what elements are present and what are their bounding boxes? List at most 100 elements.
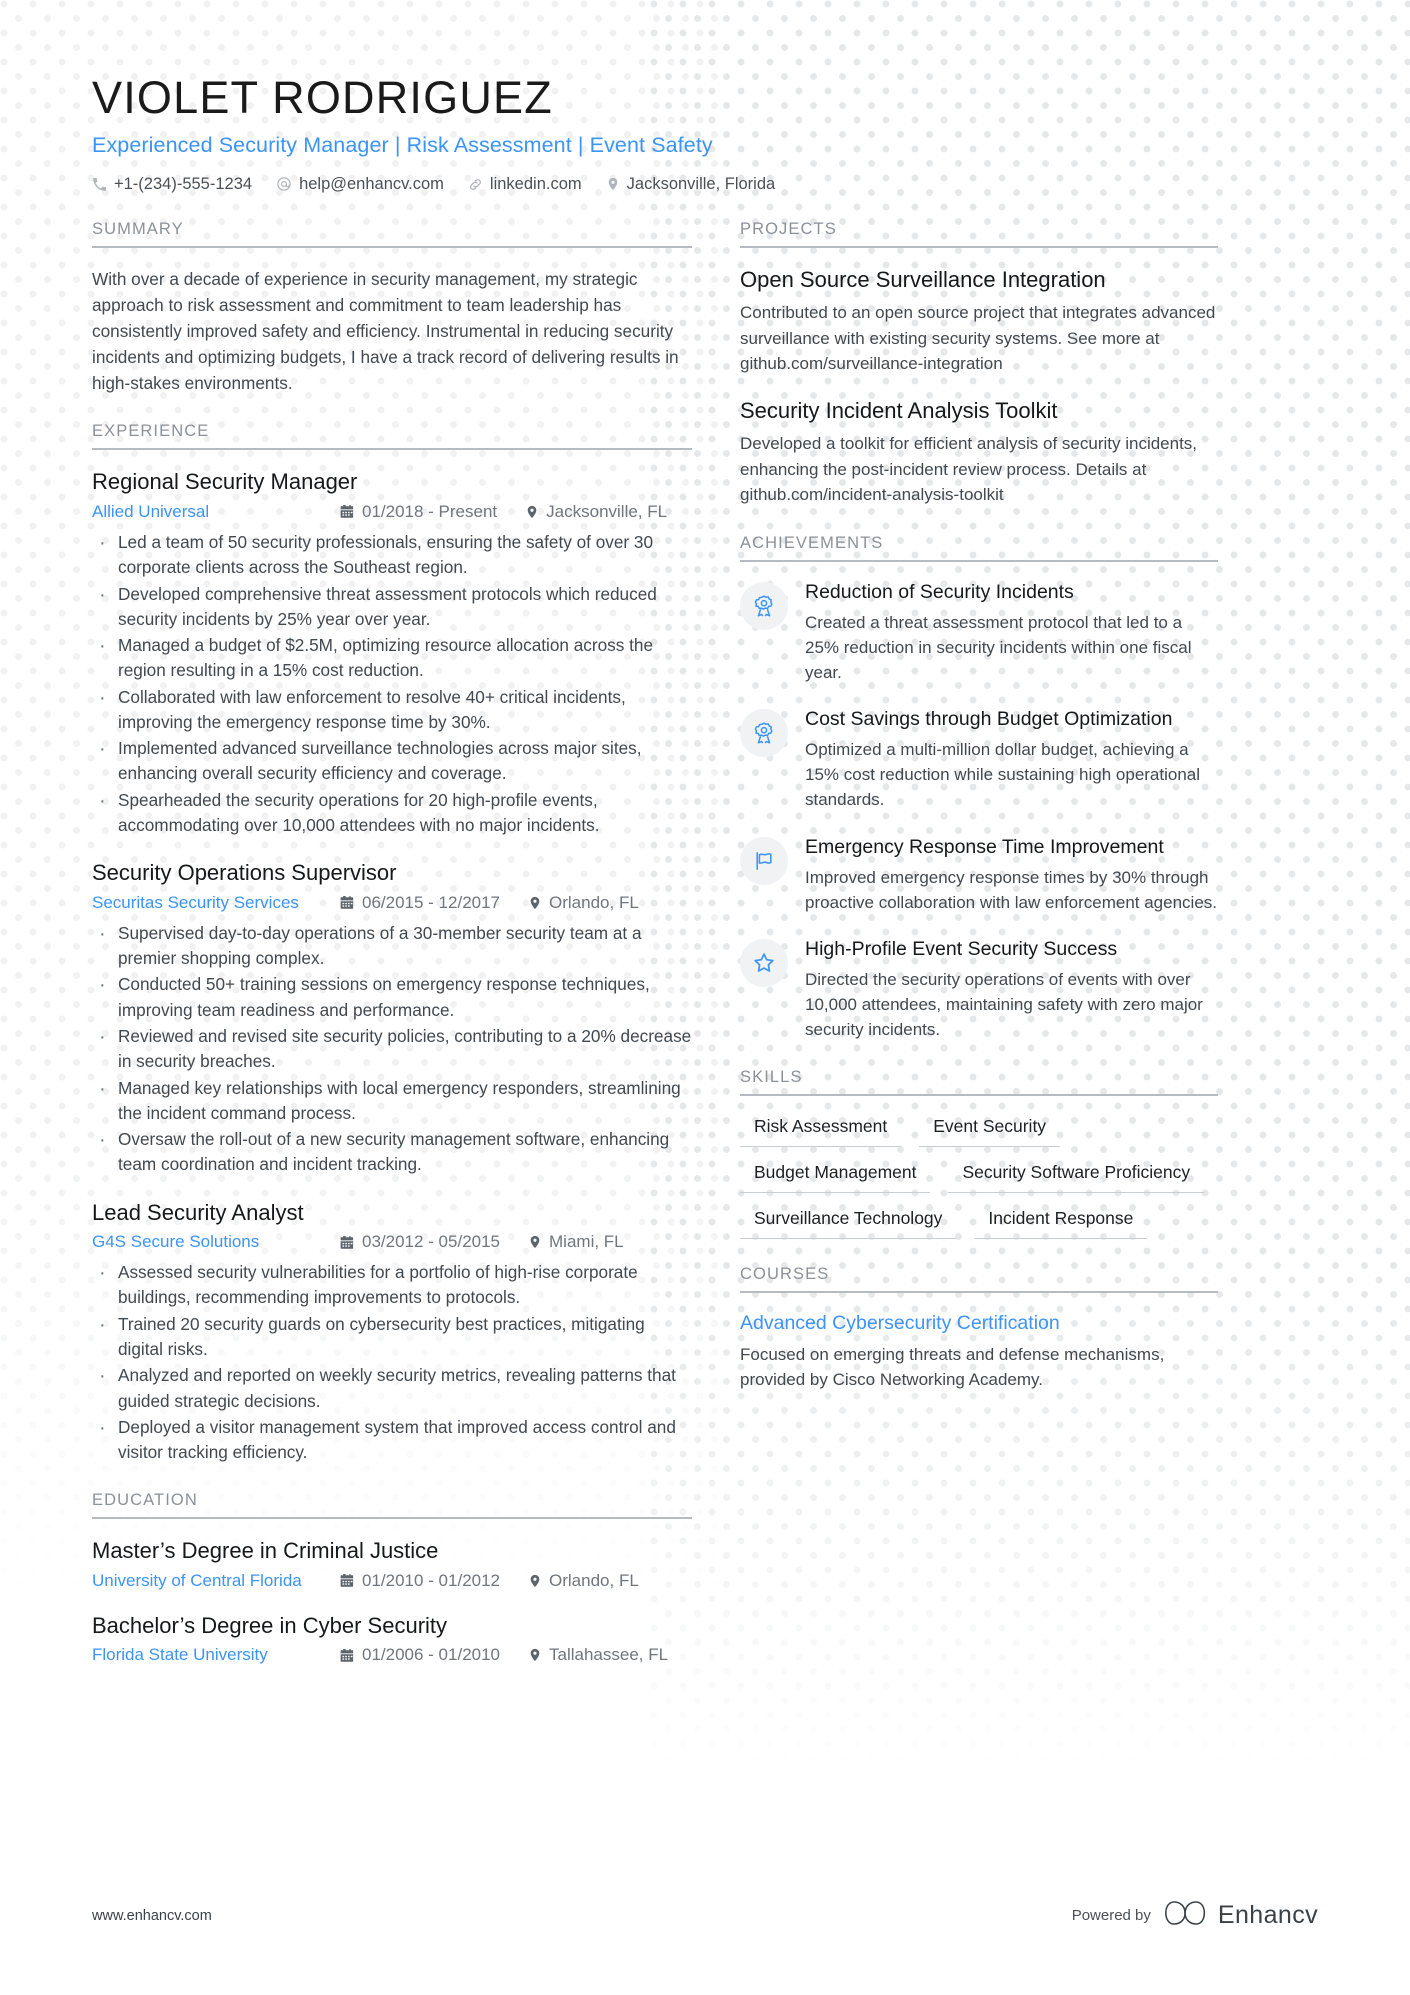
- phone-icon: [92, 177, 107, 192]
- candidate-headline: Experienced Security Manager | Risk Asse…: [92, 132, 713, 157]
- achievement-description: Improved emergency response times by 30%…: [805, 867, 1218, 912]
- education-degree: Master’s Degree in Criminal Justice: [92, 1538, 439, 1564]
- experience-meta: Allied Universal 01/2018 - Present Jacks…: [92, 502, 692, 522]
- project-entry: Security Incident Analysis Toolkit Devel…: [740, 397, 1218, 508]
- experience-bullet: Reviewed and revised site security polic…: [92, 1023, 692, 1075]
- education-school[interactable]: University of Central Florida: [92, 1571, 340, 1591]
- enhancv-brand: Enhancv: [1164, 1898, 1318, 1933]
- achievements-list: Reduction of Security Incidents Created …: [740, 580, 1218, 1043]
- course-name[interactable]: Advanced Cybersecurity Certification: [740, 1311, 1218, 1336]
- experience-bullet: Implemented advanced surveillance techno…: [92, 735, 692, 787]
- experience-role: Regional Security Manager: [92, 469, 358, 495]
- location-icon: [528, 1234, 542, 1250]
- courses-heading: COURSES: [740, 1265, 1218, 1294]
- experience-bullets: Assessed security vulnerabilities for a …: [92, 1259, 692, 1466]
- achievement-body: Reduction of Security Incidents Created …: [805, 580, 1218, 685]
- education-location: Tallahassee, FL: [528, 1645, 668, 1665]
- achievement-name: Emergency Response Time Improvement: [805, 835, 1164, 858]
- skill-tag[interactable]: Event Security: [919, 1114, 1061, 1148]
- achievement-body: High-Profile Event Security Success Dire…: [805, 937, 1218, 1042]
- calendar-icon: [340, 1648, 355, 1663]
- education-meta: Florida State University 01/2006 - 01/20…: [92, 1645, 692, 1665]
- experience-heading: EXPERIENCE: [92, 422, 692, 451]
- experience-company[interactable]: Securitas Security Services: [92, 893, 340, 913]
- section-courses: COURSES Advanced Cybersecurity Certifica…: [740, 1265, 1218, 1392]
- education-entry: Bachelor’s Degree in Cyber Security Flor…: [92, 1612, 692, 1666]
- experience-bullet: Oversaw the roll-out of a new security m…: [92, 1126, 692, 1178]
- experience-bullet: Supervised day-to-day operations of a 30…: [92, 920, 692, 972]
- experience-bullet: Assessed security vulnerabilities for a …: [92, 1259, 692, 1311]
- achievement-body: Emergency Response Time Improvement Impr…: [805, 835, 1218, 915]
- location-icon: [525, 504, 539, 520]
- experience-location: Miami, FL: [528, 1232, 624, 1252]
- skill-tag[interactable]: Security Software Proficiency: [948, 1160, 1205, 1194]
- experience-company[interactable]: Allied Universal: [92, 502, 340, 522]
- summary-heading: SUMMARY: [92, 220, 692, 248]
- enhancv-wordmark: Enhancv: [1217, 1901, 1318, 1929]
- contact-phone[interactable]: +1-(234)-555-1234: [92, 175, 252, 194]
- achievement-entry: Reduction of Security Incidents Created …: [740, 580, 1218, 685]
- projects-list: Open Source Surveillance Integration Con…: [740, 266, 1218, 508]
- experience-bullet: Managed a budget of $2.5M, optimizing re…: [92, 632, 692, 684]
- location-icon: [528, 1647, 542, 1663]
- experience-dates: 06/2015 - 12/2017: [340, 893, 500, 913]
- course-entry: Advanced Cybersecurity Certification Foc…: [740, 1311, 1218, 1392]
- section-summary: SUMMARY With over a decade of experience…: [92, 220, 692, 397]
- education-degree: Bachelor’s Degree in Cyber Security: [92, 1612, 448, 1638]
- skill-tag[interactable]: Surveillance Technology: [740, 1206, 957, 1240]
- education-dates: 01/2006 - 01/2010: [340, 1645, 500, 1665]
- contact-bar: +1-(234)-555-1234 help@enhancv.com linke…: [92, 175, 1318, 194]
- location-icon: [606, 176, 620, 192]
- experience-meta: G4S Secure Solutions 03/2012 - 05/2015 M…: [92, 1232, 692, 1252]
- flag-icon: [740, 836, 788, 885]
- location-icon: [528, 1573, 542, 1589]
- experience-entry: Lead Security Analyst G4S Secure Solutio…: [92, 1199, 692, 1466]
- course-description: Focused on emerging threats and defense …: [740, 1344, 1165, 1389]
- projects-heading: PROJECTS: [740, 220, 1218, 248]
- experience-dates: 01/2018 - Present: [340, 502, 497, 522]
- experience-bullet: Collaborated with law enforcement to res…: [92, 684, 692, 736]
- section-skills: SKILLS Risk Assessment Event Security Bu…: [740, 1068, 1218, 1240]
- link-icon: [468, 177, 483, 192]
- achievement-description: Directed the security operations of even…: [805, 969, 1203, 1040]
- enhancv-logo-icon: [1164, 1898, 1208, 1933]
- education-school[interactable]: Florida State University: [92, 1645, 340, 1665]
- summary-text: With over a decade of experience in secu…: [92, 268, 679, 394]
- section-experience: EXPERIENCE Regional Security Manager All…: [92, 422, 692, 1465]
- contact-linkedin[interactable]: linkedin.com: [468, 175, 582, 194]
- achievement-description: Optimized a multi-million dollar budget,…: [805, 740, 1201, 810]
- project-name: Open Source Surveillance Integration: [740, 266, 1106, 292]
- experience-bullets: Led a team of 50 security professionals,…: [92, 529, 692, 838]
- skill-tag[interactable]: Incident Response: [974, 1206, 1148, 1240]
- experience-meta: Securitas Security Services 06/2015 - 12…: [92, 893, 692, 913]
- project-description: Developed a toolkit for efficient analys…: [740, 434, 1198, 505]
- achievement-entry: Cost Savings through Budget Optimization…: [740, 707, 1218, 812]
- resume-header: VIOLET RODRIGUEZ Experienced Security Ma…: [92, 0, 1318, 194]
- contact-email[interactable]: help@enhancv.com: [276, 175, 444, 194]
- footer-url[interactable]: www.enhancv.com: [92, 1908, 212, 1924]
- experience-location: Orlando, FL: [528, 893, 639, 913]
- contact-phone-text: +1-(234)-555-1234: [114, 174, 253, 193]
- candidate-name: VIOLET RODRIGUEZ: [92, 72, 553, 123]
- project-description: Contributed to an open source project th…: [740, 303, 1216, 374]
- contact-location-text: Jacksonville, Florida: [626, 174, 776, 193]
- resume-body: SUMMARY With over a decade of experience…: [92, 220, 1318, 1692]
- education-meta: University of Central Florida 01/2010 - …: [92, 1571, 692, 1591]
- calendar-icon: [340, 1235, 355, 1250]
- award-ribbon-icon: [740, 709, 788, 758]
- skill-tag[interactable]: Budget Management: [740, 1160, 931, 1194]
- experience-role: Security Operations Supervisor: [92, 860, 397, 886]
- contact-email-text: help@enhancv.com: [299, 174, 444, 193]
- contact-location: Jacksonville, Florida: [606, 174, 776, 194]
- experience-company[interactable]: G4S Secure Solutions: [92, 1232, 340, 1252]
- section-achievements: ACHIEVEMENTS Reduction of Security Incid…: [740, 534, 1218, 1043]
- resume-content: VIOLET RODRIGUEZ Experienced Security Ma…: [0, 0, 1410, 1691]
- achievement-body: Cost Savings through Budget Optimization…: [805, 707, 1218, 812]
- achievement-entry: Emergency Response Time Improvement Impr…: [740, 835, 1218, 915]
- award-ribbon-icon: [740, 581, 788, 630]
- experience-bullet: Developed comprehensive threat assessmen…: [92, 581, 692, 633]
- education-entry: Master’s Degree in Criminal Justice Univ…: [92, 1537, 692, 1591]
- footer-brand-area: Powered by Enhancv: [1072, 1898, 1318, 1933]
- experience-bullet: Deployed a visitor management system tha…: [92, 1414, 692, 1466]
- skill-tag[interactable]: Risk Assessment: [740, 1114, 902, 1148]
